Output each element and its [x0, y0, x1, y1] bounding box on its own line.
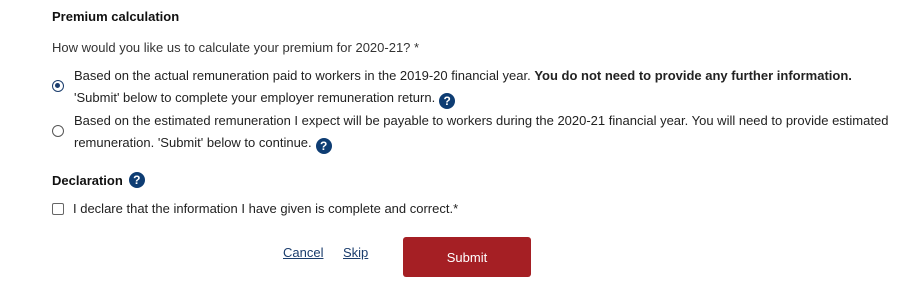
question-mark-icon[interactable]: ? [315, 138, 332, 154]
declaration-row[interactable]: I declare that the information I have gi… [52, 201, 458, 216]
option-actual-text-bold: You do not need to provide any further i… [534, 68, 852, 83]
declaration-heading: Declaration ? [52, 172, 145, 188]
cancel-link[interactable]: Cancel [283, 245, 323, 260]
declaration-checkbox[interactable] [52, 202, 64, 215]
submit-button[interactable]: Submit [403, 237, 531, 277]
option-actual-remuneration[interactable]: Based on the actual remuneration paid to… [52, 65, 892, 109]
radio-estimated-remuneration[interactable] [52, 125, 64, 137]
premium-calculation-title: Premium calculation [52, 9, 180, 24]
option-estimated-remuneration[interactable]: Based on the estimated remuneration I ex… [52, 110, 892, 154]
option-actual-text-b: 'Submit' below to complete your employer… [74, 90, 436, 105]
radio-actual-remuneration[interactable] [52, 80, 64, 92]
question-mark-icon[interactable]: ? [439, 93, 456, 109]
skip-link[interactable]: Skip [343, 245, 368, 260]
option-estimated-remuneration-text: Based on the estimated remuneration I ex… [74, 110, 889, 154]
option-estimated-text: Based on the estimated remuneration I ex… [74, 113, 889, 150]
declaration-label: I declare that the information I have gi… [73, 201, 459, 216]
question-mark-icon[interactable]: ? [128, 172, 145, 188]
premium-question: How would you like us to calculate your … [52, 40, 420, 55]
option-actual-text-a: Based on the actual remuneration paid to… [74, 68, 535, 83]
declaration-title: Declaration [52, 172, 123, 188]
option-actual-remuneration-text: Based on the actual remuneration paid to… [74, 65, 889, 109]
